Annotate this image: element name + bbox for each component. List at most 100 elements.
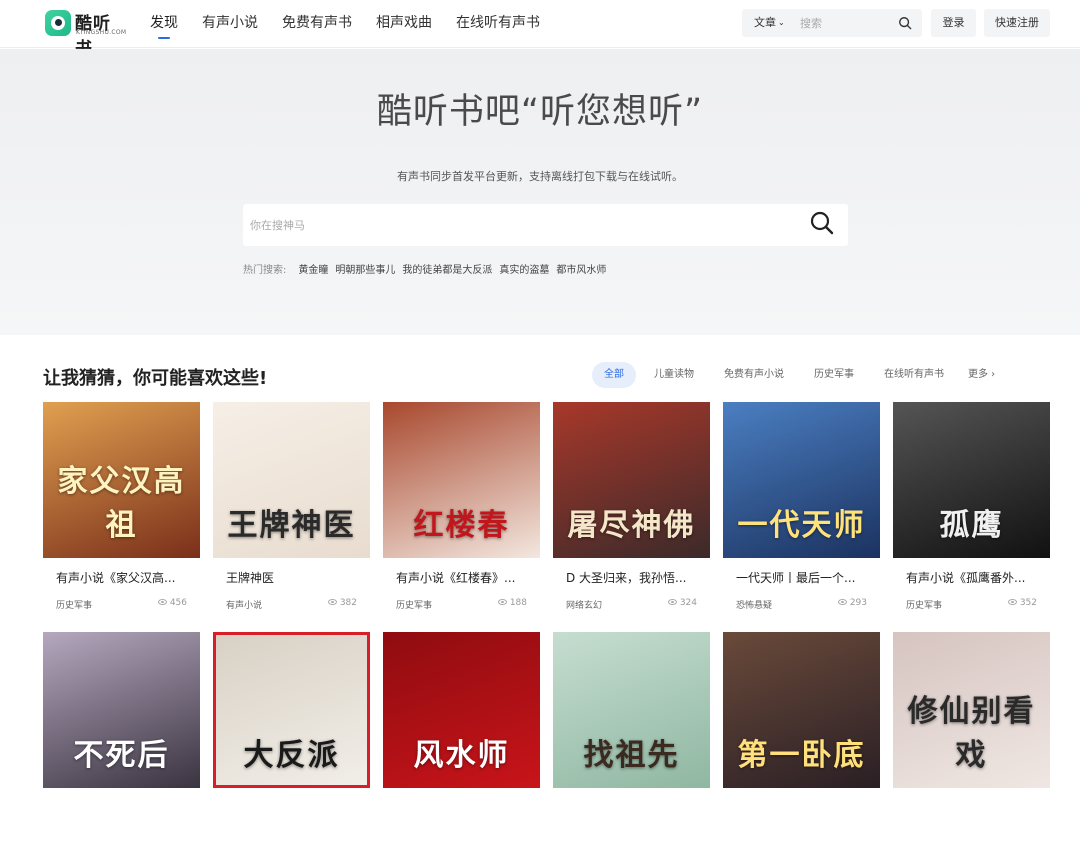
search-icon[interactable] [898, 16, 912, 30]
tab-free-novels[interactable]: 免费有声小说 [712, 362, 796, 388]
hero-search-input[interactable] [250, 214, 790, 236]
book-cover[interactable]: 屠尽神佛 [553, 402, 710, 558]
search-category-select[interactable]: 文章 ⌄ [754, 9, 785, 37]
chevron-down-icon: ⌄ [778, 18, 785, 27]
book-category[interactable]: 历史军事 [396, 598, 432, 611]
book-card[interactable]: 孤鹰有声小说《孤鹰番外... 历史军事 352 [893, 402, 1050, 622]
hot-search-link[interactable]: 我的徒弟都是大反派 [402, 261, 492, 276]
book-card[interactable]: 找祖先 [553, 632, 710, 852]
top-search-input[interactable] [800, 13, 890, 33]
book-cover-title: 第一卧底 [737, 738, 866, 773]
book-cover-title: 大反派 [243, 738, 340, 773]
site-logo[interactable]: 酷听书 KTINGSHU.COM [45, 9, 127, 59]
book-cover[interactable]: 不死后 [43, 632, 200, 788]
tab-children[interactable]: 儿童读物 [642, 362, 706, 388]
hot-search-link[interactable]: 都市风水师 [556, 261, 606, 276]
play-count-value: 382 [339, 598, 357, 608]
nav-item-online-audiobooks[interactable]: 在线听有声书 [456, 0, 540, 48]
book-category[interactable]: 历史军事 [56, 598, 92, 611]
book-card[interactable]: 红楼春有声小说《红楼春》... 历史军事 188 [383, 402, 540, 622]
book-cover[interactable]: 修仙别看戏 [893, 632, 1050, 788]
search-icon[interactable] [809, 210, 835, 236]
tab-online-audiobooks[interactable]: 在线听有声书 [872, 362, 956, 388]
eye-icon [837, 599, 847, 605]
hot-search-link[interactable]: 真实的盗墓 [499, 261, 549, 276]
book-cover-title: 不死后 [73, 738, 170, 773]
book-category[interactable]: 有声小说 [226, 598, 262, 611]
book-card[interactable]: 一代天师一代天师丨最后一个... 恐怖悬疑 293 [723, 402, 880, 622]
hot-searches-label: 热门搜索: [243, 265, 287, 276]
book-card[interactable]: 家父汉高祖有声小说《家父汉高... 历史军事 456 [43, 402, 200, 622]
book-cover[interactable]: 风水师 [383, 632, 540, 788]
more-link[interactable]: 更多 › [968, 362, 995, 388]
eye-icon [157, 599, 167, 605]
book-cover[interactable]: 第一卧底 [723, 632, 880, 788]
tab-history-military[interactable]: 历史军事 [802, 362, 866, 388]
category-tabs: 全部 儿童读物 免费有声小说 历史军事 在线听有声书 更多 › [592, 362, 995, 388]
book-category[interactable]: 恐怖悬疑 [736, 598, 772, 611]
play-count-value: 456 [169, 598, 187, 608]
nav-item-crosstalk-opera[interactable]: 相声戏曲 [376, 0, 432, 48]
book-cover-title: 孤鹰 [939, 508, 1004, 543]
main-nav: 发现 有声小说 免费有声书 相声戏曲 在线听有声书 [150, 0, 564, 48]
book-cover-title: 修仙别看戏 [907, 694, 1036, 773]
book-cover[interactable]: 红楼春 [383, 402, 540, 558]
nav-item-discover[interactable]: 发现 [150, 0, 178, 48]
eye-icon [327, 599, 337, 605]
top-search-box: 文章 ⌄ [742, 9, 922, 37]
book-card[interactable]: 第一卧底 [723, 632, 880, 852]
book-title[interactable]: 王牌神医 [226, 569, 361, 586]
hot-searches: 热门搜索: 黄金瞳 明朝那些事儿 我的徒弟都是大反派 真实的盗墓 都市风水师 [243, 261, 613, 276]
book-title[interactable]: 一代天师丨最后一个... [736, 569, 871, 586]
hero-search-box [243, 204, 848, 246]
hot-search-link[interactable]: 黄金瞳 [298, 261, 328, 276]
play-count: 352 [1007, 598, 1037, 608]
book-cover-title: 王牌神医 [227, 508, 356, 543]
eye-icon [1007, 599, 1017, 605]
play-count: 324 [667, 598, 697, 608]
play-count: 293 [837, 598, 867, 608]
book-category[interactable]: 历史军事 [906, 598, 942, 611]
register-button[interactable]: 快速注册 [984, 9, 1050, 37]
logo-subtitle: KTINGSHU.COM [76, 29, 127, 36]
hero-title: 酷听书吧“听您想听” [376, 92, 704, 132]
book-card[interactable]: 屠尽神佛 D 大圣归来，我孙悟... 网络玄幻 324 [553, 402, 710, 622]
book-card[interactable]: 风水师 [383, 632, 540, 852]
book-card[interactable]: 大反派 [213, 632, 370, 852]
eye-icon [667, 599, 677, 605]
section-title: 让我猜猜，你可能喜欢这些! [43, 368, 268, 389]
book-cover-title: 红楼春 [413, 508, 510, 543]
book-cover-title: 屠尽神佛 [567, 508, 696, 543]
search-category-label: 文章 [754, 16, 776, 29]
book-category[interactable]: 网络玄幻 [566, 598, 602, 611]
book-cover[interactable]: 一代天师 [723, 402, 880, 558]
play-count-value: 293 [849, 598, 867, 608]
hero-section: 酷听书吧“听您想听” 有声书同步首发平台更新，支持离线打包下载与在线试听。 热门… [0, 49, 1080, 335]
book-cover[interactable]: 找祖先 [553, 632, 710, 788]
book-cover-title: 风水师 [413, 738, 510, 773]
hot-search-link[interactable]: 明朝那些事儿 [335, 261, 395, 276]
book-cover-title: 家父汉高祖 [57, 464, 186, 543]
book-title[interactable]: 有声小说《家父汉高... [56, 569, 191, 586]
book-card[interactable]: 不死后 [43, 632, 200, 852]
book-cover[interactable]: 家父汉高祖 [43, 402, 200, 558]
book-title[interactable]: 有声小说《红楼春》... [396, 569, 531, 586]
nav-item-audio-novels[interactable]: 有声小说 [202, 0, 258, 48]
book-cover-title: 一代天师 [737, 508, 866, 543]
play-count: 382 [327, 598, 357, 608]
book-title[interactable]: D 大圣归来，我孙悟... [566, 569, 701, 586]
play-count-value: 188 [509, 598, 527, 608]
nav-item-free-audiobooks[interactable]: 免费有声书 [282, 0, 352, 48]
tab-all[interactable]: 全部 [592, 362, 636, 388]
play-count-value: 324 [679, 598, 697, 608]
book-cover[interactable]: 孤鹰 [893, 402, 1050, 558]
book-cover[interactable]: 大反派 [213, 632, 370, 788]
book-card[interactable]: 修仙别看戏 [893, 632, 1050, 852]
login-button[interactable]: 登录 [931, 9, 976, 37]
book-card[interactable]: 王牌神医 王牌神医 有声小说 382 [213, 402, 370, 622]
play-count-value: 352 [1019, 598, 1037, 608]
play-count: 456 [157, 598, 187, 608]
play-count: 188 [497, 598, 527, 608]
book-cover[interactable]: 王牌神医 [213, 402, 370, 558]
book-title[interactable]: 有声小说《孤鹰番外... [906, 569, 1041, 586]
